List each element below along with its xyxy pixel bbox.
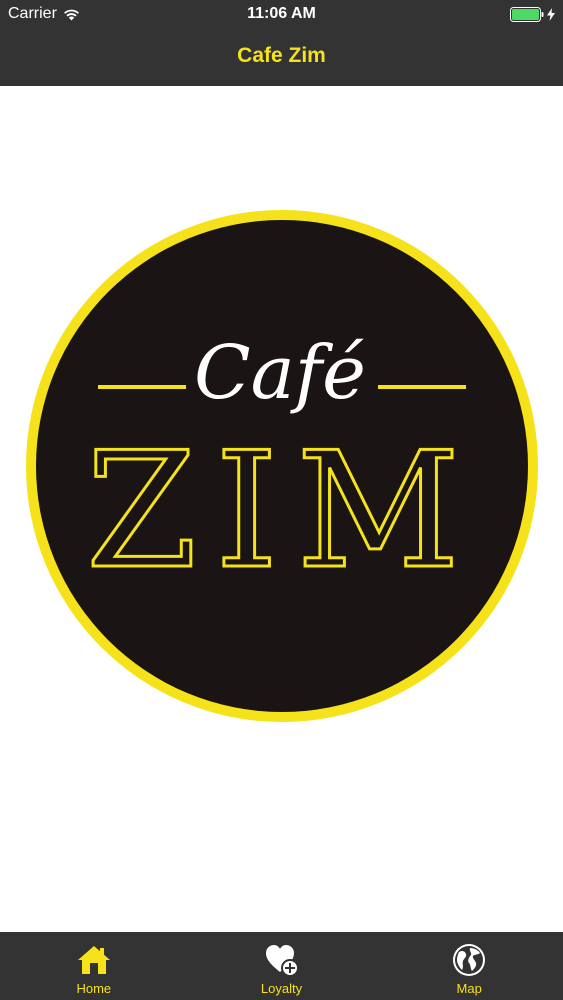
home-icon bbox=[77, 946, 110, 974]
tab-label-map: Map bbox=[456, 981, 482, 996]
tab-bar: Home Loyalty Map bbox=[0, 932, 563, 1000]
page-title: Cafe Zim bbox=[237, 44, 326, 67]
tab-loyalty[interactable]: Loyalty bbox=[188, 932, 376, 1000]
tab-map[interactable]: Map bbox=[375, 932, 563, 1000]
logo-wordmark: ZIM bbox=[86, 417, 478, 604]
app-screen: Carrier 11:06 AM Cafe Zim Café ZIM Home … bbox=[0, 0, 563, 1000]
status-time: 11:06 AM bbox=[247, 5, 316, 22]
battery-indicator bbox=[510, 7, 555, 22]
tab-label-loyalty: Loyalty bbox=[260, 981, 303, 996]
tab-home[interactable]: Home bbox=[0, 932, 188, 1000]
charging-bolt-icon bbox=[547, 8, 555, 21]
header: Carrier 11:06 AM Cafe Zim bbox=[0, 0, 563, 86]
battery-icon bbox=[510, 7, 544, 22]
heart-plus-icon bbox=[265, 945, 299, 977]
logo-script-text: Café bbox=[194, 330, 366, 416]
cafe-zim-logo: Café ZIM bbox=[26, 210, 538, 722]
tab-label-home: Home bbox=[76, 981, 112, 996]
logo-right-rule bbox=[378, 385, 466, 389]
globe-icon bbox=[453, 944, 486, 976]
logo-left-rule bbox=[98, 385, 186, 389]
status-bar: Carrier 11:06 AM bbox=[0, 0, 563, 28]
